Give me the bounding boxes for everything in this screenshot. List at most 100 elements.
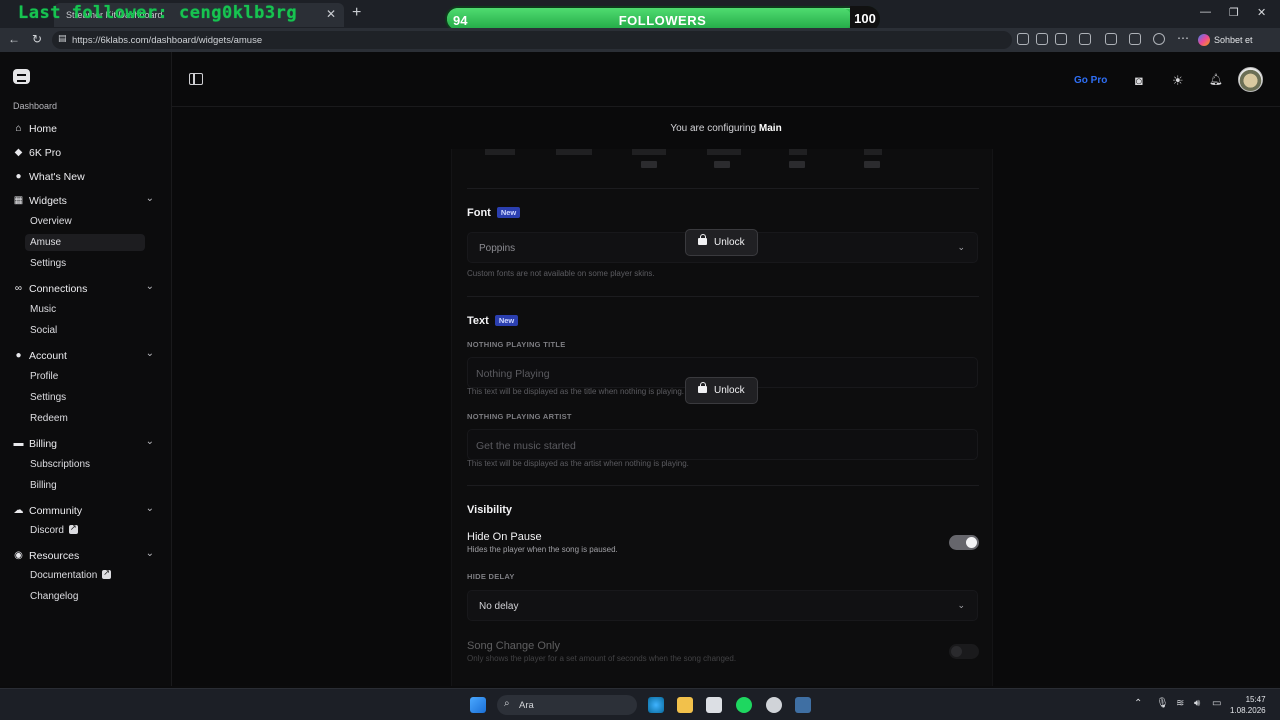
last-follower-overlay: Last follower: ceng0klb3rg bbox=[18, 3, 298, 23]
chevron-down-icon[interactable]: ⌄ bbox=[146, 348, 154, 359]
chevron-down-icon[interactable]: ⌄ bbox=[146, 436, 154, 447]
file-explorer-icon[interactable] bbox=[677, 697, 693, 713]
new-badge: New bbox=[494, 315, 519, 326]
sidebar-item-label: Settings bbox=[30, 258, 67, 269]
chat-icon: ☁ bbox=[13, 505, 24, 516]
extensions-icon[interactable] bbox=[1079, 33, 1091, 45]
notifications-bell-icon[interactable]: 🔔︎ bbox=[1209, 73, 1223, 86]
hide-on-pause-desc: Hides the player when the song is paused… bbox=[467, 545, 618, 554]
key-icon[interactable] bbox=[1017, 33, 1029, 45]
tray-chevron-icon[interactable]: ⌃ bbox=[1134, 698, 1142, 709]
sidebar-item-home[interactable]: ⌂ Home bbox=[13, 121, 158, 139]
sidebar-item-label: Overview bbox=[30, 216, 72, 227]
battery-icon[interactable]: ▭ bbox=[1212, 698, 1221, 709]
edge-icon[interactable] bbox=[648, 697, 664, 713]
maximize-icon[interactable]: ❐ bbox=[1229, 6, 1239, 19]
microphone-icon[interactable]: 🎙︎ bbox=[1156, 698, 1169, 709]
song-change-desc: Only shows the player for a set amount o… bbox=[467, 654, 737, 663]
skin-thumbnail[interactable] bbox=[864, 149, 882, 155]
unlock-text-button[interactable]: Unlock bbox=[685, 377, 758, 404]
volume-icon[interactable]: 🔊︎ bbox=[1194, 698, 1200, 709]
copilot-button[interactable]: Sohbet et bbox=[1196, 32, 1259, 48]
tab-close-icon[interactable]: ✕ bbox=[326, 7, 336, 21]
reload-icon[interactable]: ↻ bbox=[32, 32, 42, 46]
globe-icon: ◉ bbox=[14, 550, 23, 561]
sidebar-group-community[interactable]: ☁ Community ⌄ bbox=[13, 503, 158, 521]
theme-sun-icon[interactable]: ☀ bbox=[1172, 73, 1184, 89]
toggle-knob bbox=[966, 537, 977, 548]
apps-icon[interactable] bbox=[1036, 33, 1048, 45]
site-info-icon[interactable]: ▤ bbox=[58, 33, 67, 44]
new-tab-icon[interactable]: + bbox=[352, 4, 361, 22]
skin-thumbnail[interactable] bbox=[485, 149, 515, 155]
external-link-icon bbox=[102, 568, 112, 579]
go-pro-link[interactable]: Go Pro bbox=[1074, 75, 1107, 86]
chevron-down-icon[interactable]: ⌄ bbox=[146, 193, 154, 204]
sidebar-item-6k-pro[interactable]: ◆ 6K Pro bbox=[13, 145, 158, 163]
unlock-font-button[interactable]: Unlock bbox=[685, 229, 758, 256]
favorite-star-icon[interactable] bbox=[1055, 33, 1067, 45]
sidebar-item-label: Widgets bbox=[29, 195, 67, 207]
song-change-toggle[interactable] bbox=[949, 644, 979, 659]
sidebar-group-account[interactable]: ● Account ⌄ bbox=[13, 348, 158, 366]
spotify-icon[interactable] bbox=[736, 697, 752, 713]
app-icon[interactable] bbox=[766, 697, 782, 713]
sidebar-group-widgets[interactable]: ▦ Widgets ⌄ bbox=[13, 193, 158, 211]
sidebar-item-label: Documentation bbox=[30, 570, 98, 581]
discord-icon[interactable]: ◙ bbox=[1135, 73, 1143, 88]
sidebar-item-changelog[interactable]: Changelog bbox=[25, 588, 145, 605]
sidebar-item-account-settings[interactable]: Settings bbox=[25, 389, 145, 406]
wifi-icon[interactable]: ≋ bbox=[1176, 698, 1184, 709]
chevron-down-icon[interactable]: ⌄ bbox=[146, 548, 154, 559]
skin-thumbnail[interactable] bbox=[556, 149, 592, 155]
avatar[interactable] bbox=[1238, 67, 1263, 92]
taskbar-search[interactable]: ⌕ Ara bbox=[497, 695, 637, 715]
sidebar-item-label: Resources bbox=[29, 550, 80, 562]
song-change-title: Song Change Only bbox=[467, 640, 560, 652]
start-windows-icon[interactable] bbox=[470, 697, 486, 713]
sidebar-group-resources[interactable]: ◉ Resources ⌄ bbox=[13, 548, 158, 566]
skin-thumbnail[interactable] bbox=[632, 149, 666, 155]
profile-icon[interactable] bbox=[1153, 33, 1165, 45]
sidebar-item-subscriptions[interactable]: Subscriptions bbox=[25, 456, 145, 473]
sidebar-item-widget-settings[interactable]: Settings bbox=[25, 255, 145, 272]
external-link-icon bbox=[68, 523, 78, 534]
more-menu-icon[interactable]: ⋯ bbox=[1177, 31, 1189, 45]
sidebar-item-whats-new[interactable]: ● What's New bbox=[13, 169, 158, 187]
skin-thumbnail[interactable] bbox=[707, 149, 741, 155]
np-artist-input[interactable]: Get the music started bbox=[467, 429, 978, 460]
sidebar-item-profile[interactable]: Profile bbox=[25, 368, 145, 385]
chevron-down-icon[interactable]: ⌄ bbox=[146, 503, 154, 514]
store-icon[interactable] bbox=[706, 697, 722, 713]
minimize-icon[interactable]: — bbox=[1200, 6, 1211, 18]
configuring-prefix: You are configuring bbox=[670, 123, 757, 134]
window-close-icon[interactable]: ✕ bbox=[1257, 6, 1266, 19]
sidebar-item-label: Billing bbox=[29, 438, 58, 450]
collections-icon[interactable] bbox=[1129, 33, 1141, 45]
sidebar-item-discord[interactable]: Discord bbox=[25, 522, 145, 539]
hide-delay-select[interactable]: No delay ⌄ bbox=[467, 590, 978, 621]
sidebar-item-amuse[interactable]: Amuse bbox=[25, 234, 145, 251]
hide-on-pause-toggle[interactable] bbox=[949, 535, 979, 550]
font-section-title: Font New bbox=[467, 207, 521, 219]
sidebar-item-redeem[interactable]: Redeem bbox=[25, 410, 145, 427]
sidebar-item-overview[interactable]: Overview bbox=[25, 213, 145, 230]
sidebar-toggle-icon[interactable] bbox=[189, 73, 203, 85]
steam-icon[interactable] bbox=[795, 697, 811, 713]
sidebar-item-label: Social bbox=[30, 325, 58, 336]
favorites-icon[interactable] bbox=[1105, 33, 1117, 45]
skin-thumbnail[interactable] bbox=[789, 149, 807, 155]
back-icon[interactable]: ← bbox=[8, 32, 20, 46]
chevron-down-icon[interactable]: ⌄ bbox=[146, 281, 154, 292]
sidebar-item-billing[interactable]: Billing bbox=[25, 477, 145, 494]
np-title-placeholder: Nothing Playing bbox=[476, 368, 550, 380]
address-bar[interactable]: ▤ https://6klabs.com/dashboard/widgets/a… bbox=[52, 31, 1012, 49]
sidebar-item-label: What's New bbox=[29, 171, 85, 183]
sidebar-item-music[interactable]: Music bbox=[25, 301, 145, 318]
taskbar-clock[interactable]: 15:47 1.08.2026 bbox=[1230, 694, 1266, 716]
logo[interactable] bbox=[13, 69, 30, 84]
sidebar-item-documentation[interactable]: Documentation bbox=[25, 567, 145, 584]
sidebar-group-billing[interactable]: ▬ Billing ⌄ bbox=[13, 436, 158, 454]
sidebar-item-social[interactable]: Social bbox=[25, 322, 145, 339]
sidebar-group-connections[interactable]: ∞ Connections ⌄ bbox=[13, 281, 158, 299]
